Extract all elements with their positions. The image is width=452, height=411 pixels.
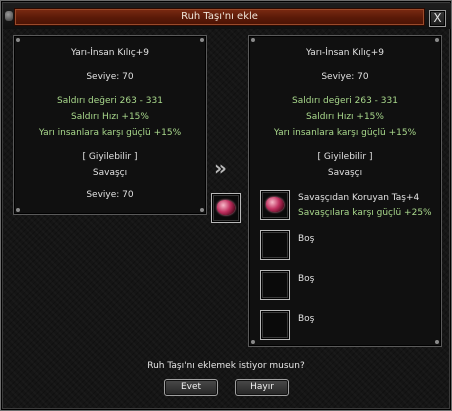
bonus-stat: Yarı insanlara karşı güçlü +15% [273, 128, 417, 138]
panel-rivet [16, 38, 20, 42]
title-orb-icon [5, 11, 13, 21]
slot-1-stone-name: Savaşçıdan Koruyan Taş+4 [298, 193, 420, 203]
soul-stone-icon [217, 200, 235, 215]
panel-rivet [435, 38, 439, 42]
current-item-panel: Yarı-İnsan Kılıç+9 Seviye: 70 Saldırı de… [13, 35, 207, 215]
required-level: Seviye: 70 [86, 190, 134, 200]
panel-rivet [251, 38, 255, 42]
stone-slot-1[interactable] [260, 190, 290, 220]
title-bar[interactable]: Ruh Taşı'nı ekle X [3, 3, 451, 29]
slot-3-label: Boş [298, 274, 315, 284]
close-button[interactable]: X [429, 10, 446, 27]
confirm-question: Ruh Taşı'nı eklemek istiyor musun? [147, 361, 305, 371]
wearable-label: [ Giyilebilir ] [82, 152, 138, 162]
slot-4-label: Boş [298, 314, 315, 324]
class-label: Savaşçı [327, 168, 363, 178]
source-stone-slot[interactable] [211, 193, 241, 223]
attack-value: Saldırı değeri 263 - 331 [57, 96, 163, 106]
panel-rivet [200, 208, 204, 212]
attack-speed: Saldırı Hızı +15% [306, 112, 384, 122]
panel-rivet [251, 340, 255, 344]
panel-rivet [435, 340, 439, 344]
bonus-stat: Yarı insanlara karşı güçlü +15% [38, 128, 182, 138]
title-bar-banner: Ruh Taşı'nı ekle [14, 8, 425, 26]
item-level: Seviye: 70 [321, 72, 369, 82]
panel-rivet [16, 208, 20, 212]
item-level: Seviye: 70 [86, 72, 134, 82]
class-label: Savaşçı [92, 168, 128, 178]
attack-value: Saldırı değeri 263 - 331 [292, 96, 398, 106]
window-title: Ruh Taşı'nı ekle [181, 11, 258, 22]
stone-slot-3[interactable] [260, 270, 290, 300]
item-name: Yarı-İnsan Kılıç+9 [71, 48, 149, 58]
slot-1-stone-bonus: Savaşçılara karşı güçlü +25% [298, 208, 432, 218]
no-button[interactable]: Hayır [235, 379, 289, 396]
stone-slot-2[interactable] [260, 230, 290, 260]
yes-button[interactable]: Evet [164, 379, 218, 396]
attack-speed: Saldırı Hızı +15% [71, 112, 149, 122]
soul-stone-icon [266, 197, 284, 212]
panel-rivet [200, 38, 204, 42]
add-soul-stone-dialog: Ruh Taşı'nı ekle X Yarı-İnsan Kılıç+9 Se… [0, 0, 452, 411]
item-name: Yarı-İnsan Kılıç+9 [306, 48, 384, 58]
result-item-panel: Yarı-İnsan Kılıç+9 Seviye: 70 Saldırı de… [248, 35, 442, 347]
wearable-label: [ Giyilebilir ] [317, 152, 373, 162]
double-chevron-right-icon: » [214, 156, 227, 180]
slot-2-label: Boş [298, 234, 315, 244]
stone-slot-4[interactable] [260, 310, 290, 340]
